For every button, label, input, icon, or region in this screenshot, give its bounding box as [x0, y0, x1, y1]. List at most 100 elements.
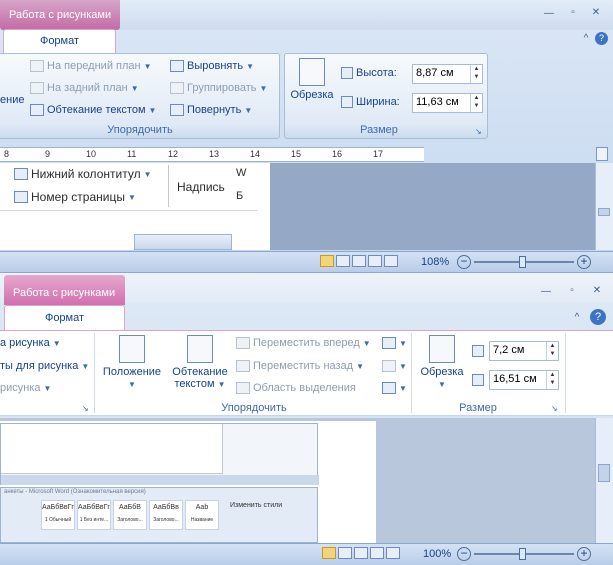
embedded-screenshot-thumbnail — [134, 234, 232, 250]
ruler-toggle-icon[interactable] — [596, 147, 608, 161]
embedded-title: анкеты - Microsoft Word (Ознакомительная… — [4, 489, 146, 495]
outline-icon[interactable] — [370, 547, 384, 559]
close-icon[interactable]: ✕ — [590, 8, 602, 18]
zoom-out-icon[interactable]: − — [457, 255, 471, 269]
text-wrap-label: Обтекание текстом — [47, 104, 146, 116]
vertical-scrollbar[interactable] — [595, 163, 613, 250]
maximize-icon[interactable]: ▫ — [566, 286, 578, 296]
chevron-down-icon: ▼ — [52, 338, 61, 348]
height-spinner[interactable]: ▲ ▼ — [546, 342, 558, 360]
bring-front-label: На передний план — [47, 60, 141, 72]
web-layout-icon[interactable] — [352, 255, 366, 267]
document-background — [270, 163, 595, 250]
crop-label: Обрезка — [420, 366, 464, 378]
send-back-button[interactable]: На задний план ▼ — [30, 82, 139, 94]
ribbon-collapse-icon[interactable]: ^ — [571, 313, 583, 323]
text-wrap-button[interactable]: Обтекание текстом ▼ — [168, 335, 232, 390]
word-window-top: Работа с рисунками — ▫ ✕ ^ ? Формат ение… — [0, 0, 613, 272]
horizontal-ruler[interactable]: 8 9 10 11 12 13 14 15 16 17 — [0, 147, 424, 162]
picture-effects-label: ты для рисунка — [0, 360, 79, 372]
chevron-down-icon: ▼ — [43, 383, 52, 393]
width-field[interactable]: 11,63 см ▲ ▼ — [412, 93, 483, 113]
embedded-style-item: АаБбВвГг 1 Без инте... — [77, 500, 111, 530]
height-field[interactable]: 8,87 см ▲ ▼ — [412, 64, 483, 84]
reading-layout-icon[interactable] — [336, 255, 350, 267]
size-group-label: Размер — [459, 402, 497, 414]
position-button-partial[interactable]: ение — [0, 94, 24, 106]
minimize-icon[interactable]: — — [540, 287, 552, 297]
print-layout-icon[interactable] — [320, 255, 334, 267]
zoom-slider-thumb[interactable] — [519, 548, 526, 560]
chevron-down-icon: ▼ — [438, 380, 446, 389]
zoom-in-icon[interactable]: + — [577, 255, 591, 269]
footer-button[interactable]: Нижний колонтитул ▼ — [14, 167, 152, 181]
send-backward-button[interactable]: Переместить назад ▼ — [236, 360, 364, 372]
picture-effects-button[interactable]: ты для рисунка ▼ — [0, 360, 89, 372]
zoom-in-icon[interactable]: + — [577, 547, 591, 561]
outline-icon[interactable] — [368, 255, 382, 267]
dialog-launcher-icon[interactable]: ↘ — [551, 404, 558, 413]
ribbon-collapse-icon[interactable]: ^ — [580, 34, 592, 44]
zoom-out-icon[interactable]: − — [457, 547, 471, 561]
scroll-thumb[interactable] — [598, 464, 610, 482]
dialog-launcher-icon[interactable]: ↘ — [82, 404, 89, 413]
width-field[interactable]: 16,51 см ▲ ▼ — [489, 370, 559, 390]
align-button[interactable]: ▼ — [382, 337, 407, 349]
caption-button[interactable]: Надпись — [177, 180, 225, 194]
text-wrap-label-2: текстом — [174, 378, 215, 390]
selection-pane-button[interactable]: Область выделения — [236, 382, 356, 394]
reading-layout-icon[interactable] — [338, 547, 352, 559]
position-button[interactable]: Положение ▼ — [100, 335, 164, 390]
bring-front-button[interactable]: На передний план ▼ — [30, 60, 152, 72]
group-button[interactable]: Группировать ▼ — [170, 82, 267, 94]
web-layout-icon[interactable] — [354, 547, 368, 559]
draft-icon[interactable] — [384, 255, 398, 267]
divider — [0, 210, 258, 211]
maximize-icon[interactable]: ▫ — [567, 8, 579, 18]
zoom-level[interactable]: 108% — [421, 256, 449, 268]
group-button[interactable]: ▼ — [382, 360, 407, 372]
position-label: Положение — [102, 366, 162, 378]
height-value: 7,2 см — [493, 344, 525, 356]
help-icon[interactable]: ? — [595, 32, 608, 45]
zoom-slider-thumb[interactable] — [519, 256, 526, 268]
rotate-button[interactable]: Повернуть ▼ — [170, 104, 252, 116]
crop-button[interactable]: Обрезка ▼ — [416, 335, 468, 390]
width-spinner[interactable]: ▲ ▼ — [470, 94, 482, 112]
divider — [565, 333, 566, 413]
zoom-level[interactable]: 100% — [423, 548, 451, 560]
chevron-down-icon: ▼ — [244, 105, 253, 115]
chevron-down-icon: ▼ — [399, 338, 407, 348]
vertical-scrollbar[interactable] — [595, 418, 613, 543]
print-layout-icon[interactable] — [322, 547, 336, 559]
height-field[interactable]: 7,2 см ▲ ▼ — [489, 341, 559, 361]
close-icon[interactable]: ✕ — [591, 286, 603, 296]
tab-format[interactable]: Формат — [3, 29, 116, 53]
cut-w-item: W — [236, 167, 247, 179]
minimize-icon[interactable]: — — [543, 9, 555, 19]
chevron-down-icon: ▼ — [128, 380, 136, 389]
help-icon[interactable]: ? — [590, 309, 606, 325]
text-wrap-button[interactable]: Обтекание текстом ▼ — [30, 104, 156, 116]
chevron-down-icon: ▼ — [148, 105, 157, 115]
tab-format[interactable]: Формат — [4, 305, 125, 331]
height-spinner[interactable]: ▲ ▼ — [470, 65, 482, 83]
ruler-tick-label: 16 — [332, 149, 343, 159]
picture-shape-button[interactable]: а рисунка ▼ — [0, 337, 61, 349]
view-buttons — [322, 547, 416, 561]
width-spinner[interactable]: ▲ ▼ — [546, 371, 558, 389]
page-number-button[interactable]: Номер страницы ▼ — [14, 190, 136, 204]
ruler-tick-label: 12 — [168, 149, 179, 159]
bring-forward-button[interactable]: Переместить вперед ▼ — [236, 337, 371, 349]
picture-border-button[interactable]: рисунка ▼ — [0, 382, 51, 394]
draft-icon[interactable] — [386, 547, 400, 559]
align-button[interactable]: Выровнять ▼ — [170, 60, 254, 72]
dialog-launcher-icon[interactable]: ↘ — [475, 127, 482, 136]
crop-icon — [429, 335, 455, 363]
group-label: Группировать — [187, 82, 257, 94]
chevron-down-icon: ▼ — [246, 61, 255, 71]
scroll-thumb[interactable] — [598, 208, 610, 216]
crop-button[interactable]: Обрезка — [288, 58, 336, 101]
rotate-label: Повернуть — [187, 104, 242, 116]
rotate-button[interactable]: ▼ — [382, 382, 407, 394]
